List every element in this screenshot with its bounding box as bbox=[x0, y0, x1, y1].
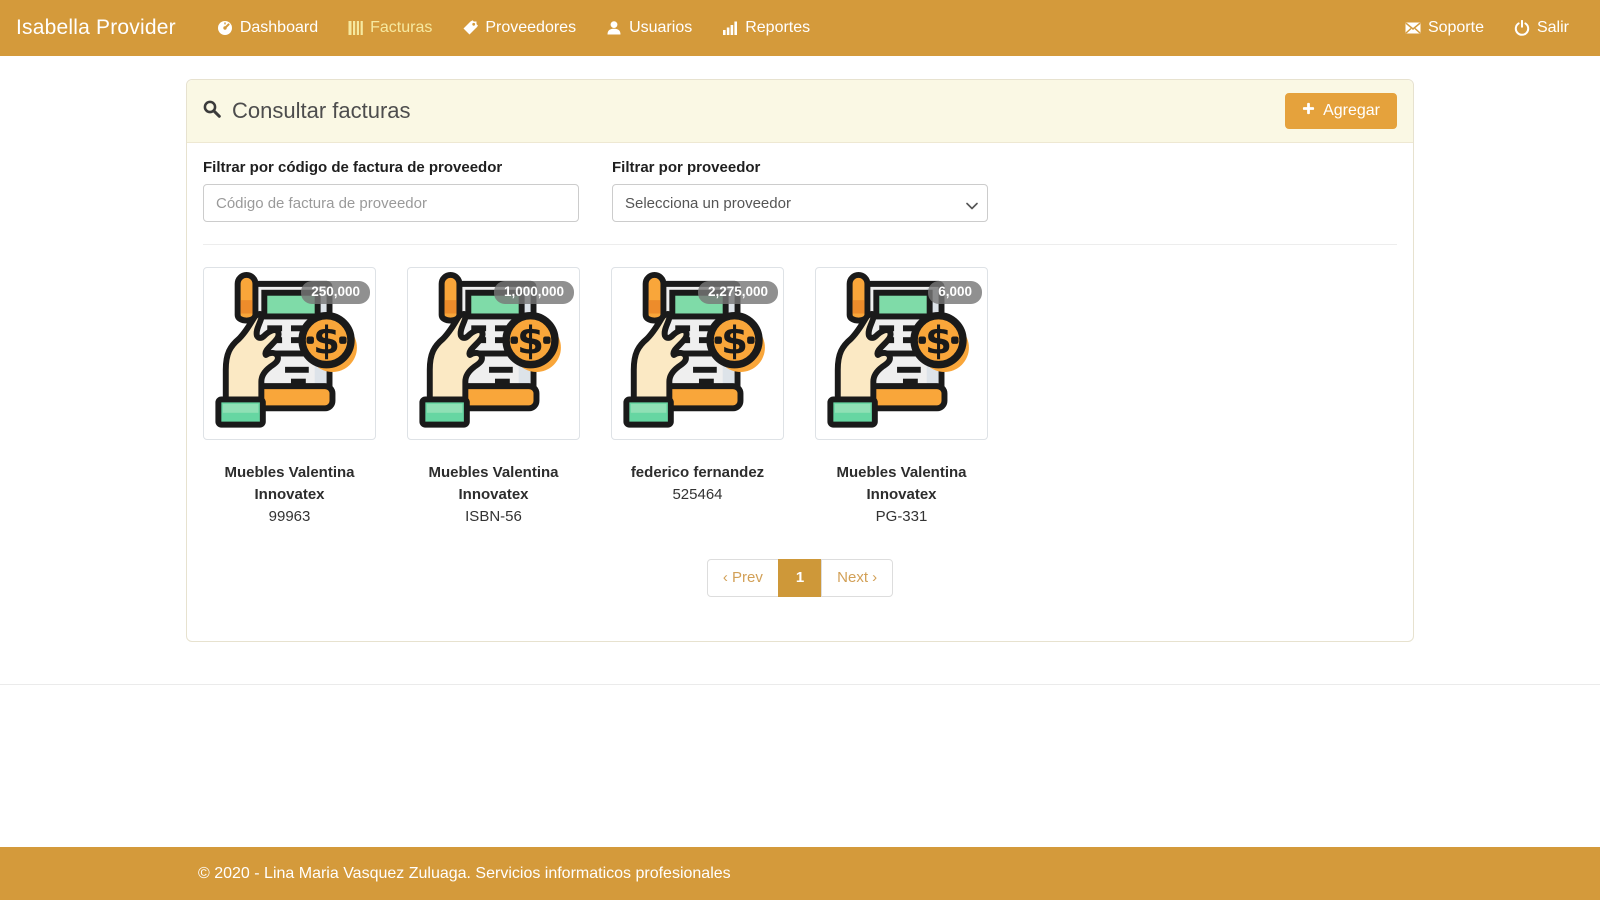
user-icon bbox=[606, 20, 622, 36]
invoice-code: ISBN-56 bbox=[407, 506, 580, 528]
nav-right: Soporte Salir bbox=[1390, 10, 1584, 46]
content-footer-divider bbox=[0, 684, 1600, 685]
invoice-provider-name: Muebles Valentina Innovatex bbox=[407, 462, 580, 506]
power-icon bbox=[1514, 20, 1530, 36]
nav-item-dashboard[interactable]: Dashboard bbox=[202, 10, 333, 46]
nav-item-usuarios[interactable]: Usuarios bbox=[591, 10, 707, 46]
nav-item-label: Soporte bbox=[1428, 19, 1484, 37]
page-content: Consultar facturas Agregar Filtrar por c… bbox=[0, 56, 1600, 847]
bar-chart-icon bbox=[722, 20, 738, 36]
search-icon bbox=[203, 98, 221, 124]
plus-icon bbox=[1302, 102, 1315, 120]
nav-item-facturas[interactable]: Facturas bbox=[333, 10, 447, 46]
footer: © 2020 - Lina Maria Vasquez Zuluaga. Ser… bbox=[0, 847, 1600, 900]
pagination-page-1[interactable]: 1 bbox=[778, 559, 822, 597]
invoice-thumbnail[interactable]: 2,275,000 bbox=[611, 267, 784, 440]
invoice-thumbnail[interactable]: 1,000,000 bbox=[407, 267, 580, 440]
invoice-thumbnail[interactable]: 6,000 bbox=[815, 267, 988, 440]
invoice-grid: 250,000 Muebles Valentina Innovatex 9996… bbox=[203, 267, 1397, 527]
add-invoice-button[interactable]: Agregar bbox=[1285, 93, 1397, 129]
filters-divider bbox=[203, 244, 1397, 245]
nav-item-label: Salir bbox=[1537, 19, 1569, 37]
provider-select-wrap: Selecciona un proveedor bbox=[612, 184, 988, 222]
panel-header: Consultar facturas Agregar bbox=[187, 80, 1413, 143]
nav-item-salir[interactable]: Salir bbox=[1499, 10, 1584, 46]
amount-badge: 1,000,000 bbox=[494, 281, 574, 304]
invoice-card: 6,000 Muebles Valentina Innovatex PG-331 bbox=[815, 267, 988, 527]
invoices-panel: Consultar facturas Agregar Filtrar por c… bbox=[186, 79, 1414, 642]
invoice-thumbnail[interactable]: 250,000 bbox=[203, 267, 376, 440]
invoice-code: 525464 bbox=[611, 484, 784, 506]
pagination-prev-button[interactable]: ‹ Prev bbox=[707, 559, 779, 597]
invoice-code-filter: Filtrar por código de factura de proveed… bbox=[203, 159, 579, 222]
invoice-code-label: Filtrar por código de factura de proveed… bbox=[203, 159, 579, 176]
pagination: ‹ Prev 1 Next › bbox=[203, 559, 1397, 597]
nav-item-label: Usuarios bbox=[629, 19, 692, 37]
invoice-provider-name: federico fernandez bbox=[611, 462, 784, 484]
envelope-icon bbox=[1405, 21, 1421, 35]
invoices-icon bbox=[348, 20, 363, 36]
amount-badge: 6,000 bbox=[928, 281, 982, 304]
invoice-provider-name: Muebles Valentina Innovatex bbox=[815, 462, 988, 506]
filter-row: Filtrar por código de factura de proveed… bbox=[203, 159, 1397, 222]
provider-filter: Filtrar por proveedor Selecciona un prov… bbox=[612, 159, 988, 222]
nav-item-label: Reportes bbox=[745, 19, 810, 37]
brand-logo[interactable]: Isabella Provider bbox=[16, 16, 176, 40]
nav-item-soporte[interactable]: Soporte bbox=[1390, 10, 1499, 46]
top-navbar: Isabella Provider Dashboard Facturas Pro… bbox=[0, 0, 1600, 56]
tags-icon bbox=[462, 20, 478, 36]
invoice-card: 1,000,000 Muebles Valentina Innovatex IS… bbox=[407, 267, 580, 527]
nav-item-reportes[interactable]: Reportes bbox=[707, 10, 825, 46]
provider-filter-label: Filtrar por proveedor bbox=[612, 159, 988, 176]
amount-badge: 250,000 bbox=[301, 281, 370, 304]
nav-item-label: Facturas bbox=[370, 19, 432, 37]
page-title-text: Consultar facturas bbox=[232, 98, 411, 124]
add-button-label: Agregar bbox=[1323, 102, 1380, 120]
nav-left: Dashboard Facturas Proveedores Usuarios … bbox=[202, 10, 1390, 46]
invoice-code: PG-331 bbox=[815, 506, 988, 528]
invoice-provider-name: Muebles Valentina Innovatex bbox=[203, 462, 376, 506]
panel-body: Filtrar por código de factura de proveed… bbox=[187, 143, 1413, 641]
invoice-code-input[interactable] bbox=[203, 184, 579, 222]
invoice-card: 250,000 Muebles Valentina Innovatex 9996… bbox=[203, 267, 376, 527]
provider-select[interactable]: Selecciona un proveedor bbox=[612, 184, 988, 222]
dashboard-icon bbox=[217, 20, 233, 36]
nav-item-label: Dashboard bbox=[240, 19, 318, 37]
page-title: Consultar facturas bbox=[203, 98, 411, 124]
nav-item-label: Proveedores bbox=[485, 19, 576, 37]
invoice-code: 99963 bbox=[203, 506, 376, 528]
amount-badge: 2,275,000 bbox=[698, 281, 778, 304]
nav-item-proveedores[interactable]: Proveedores bbox=[447, 10, 591, 46]
footer-copyright: © 2020 - Lina Maria Vasquez Zuluaga. Ser… bbox=[186, 865, 1414, 883]
invoice-card: 2,275,000 federico fernandez 525464 bbox=[611, 267, 784, 527]
pagination-next-button[interactable]: Next › bbox=[821, 559, 893, 597]
